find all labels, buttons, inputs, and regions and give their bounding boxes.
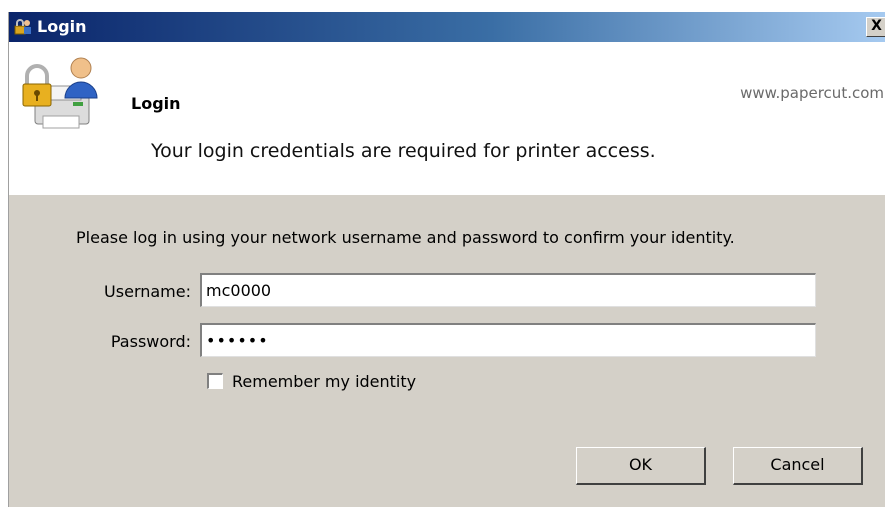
printer-lock-user-icon <box>21 56 101 134</box>
window-title: Login <box>37 17 87 36</box>
username-label: Username: <box>104 282 191 301</box>
password-input[interactable] <box>200 323 816 357</box>
password-label: Password: <box>110 332 191 351</box>
ok-button[interactable]: OK <box>576 447 706 485</box>
login-dialog: Login X Login www.papercut.com Your logi… <box>8 12 885 507</box>
login-app-icon <box>14 18 32 36</box>
header-banner: Login www.papercut.com Your login creden… <box>9 42 885 195</box>
papercut-url: www.papercut.com <box>740 84 884 102</box>
close-button[interactable]: X <box>866 17 885 37</box>
cancel-button[interactable]: Cancel <box>733 447 863 485</box>
login-instructions: Please log in using your network usernam… <box>76 228 735 247</box>
title-bar[interactable]: Login X <box>9 12 885 42</box>
remember-identity-label[interactable]: Remember my identity <box>232 372 416 391</box>
header-description: Your login credentials are required for … <box>151 140 656 162</box>
header-title: Login <box>131 94 181 113</box>
remember-identity-checkbox[interactable] <box>207 373 223 389</box>
username-input[interactable] <box>200 273 816 307</box>
